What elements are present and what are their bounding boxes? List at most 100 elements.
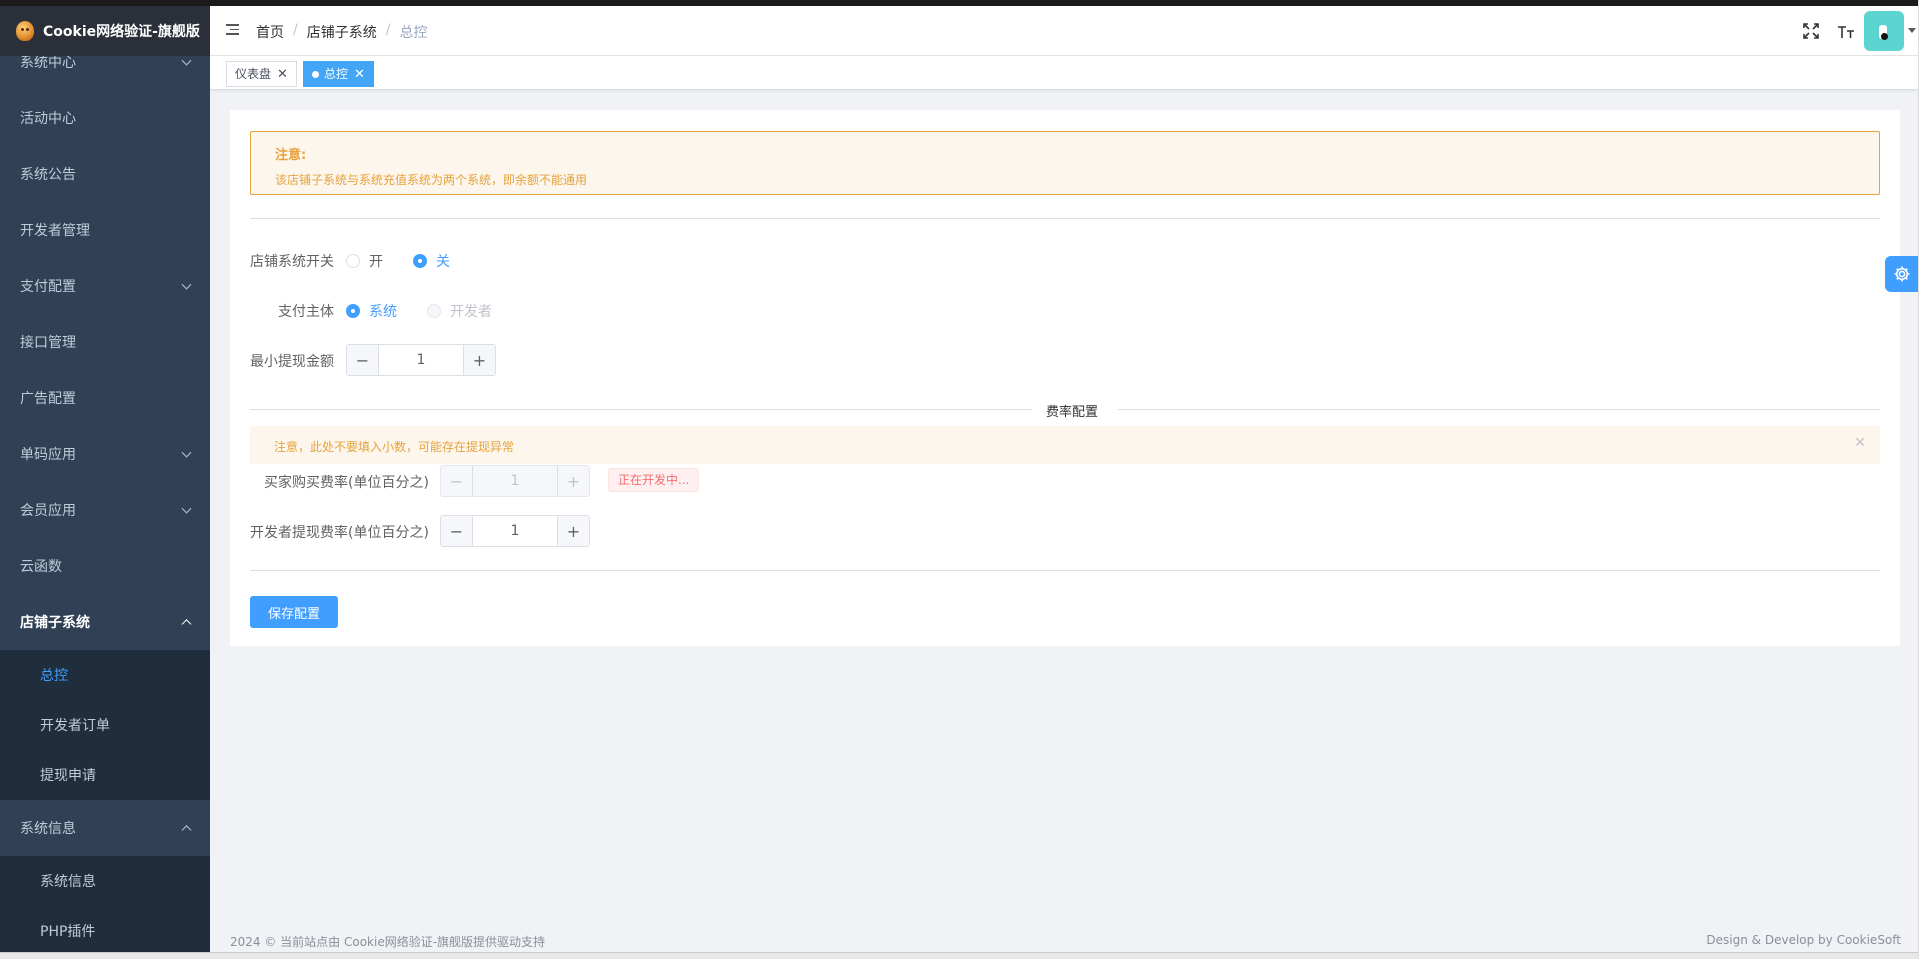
rate-warning-text: 注意，此处不要填入小数，可能存在提现异常 xyxy=(274,440,515,454)
app-title: Cookie网络验证-旗舰版 xyxy=(43,24,200,40)
sidebar-item-label: 开发者管理 xyxy=(20,223,90,239)
footer-credit: Design & Develop by CookieSoft xyxy=(1706,933,1901,947)
gear-icon xyxy=(1894,266,1910,282)
divider-line xyxy=(1118,409,1880,410)
radio-circle xyxy=(346,304,360,318)
font-size-icon[interactable] xyxy=(1837,22,1855,40)
sidebar-subitem-withdraw[interactable]: 提现申请 xyxy=(0,750,210,800)
sidebar-item-shop[interactable]: 店铺子系统 xyxy=(0,594,210,650)
collapse-sidebar-icon[interactable] xyxy=(226,24,239,36)
sidebar-subitem-label: 提现申请 xyxy=(40,768,96,784)
chevron-down-icon xyxy=(181,447,192,458)
breadcrumb-home[interactable]: 首页 xyxy=(256,22,284,42)
pay-subject-system-radio[interactable]: 系统 xyxy=(346,301,397,321)
caret-down-icon[interactable] xyxy=(1908,28,1916,33)
tab-dashboard[interactable]: 仪表盘 ✕ xyxy=(226,61,297,87)
tab-label: 仪表盘 xyxy=(235,67,272,81)
sidebar-subitem-dev-orders[interactable]: 开发者订单 xyxy=(0,700,210,750)
increment-button[interactable]: + xyxy=(463,345,495,375)
top-navbar: 首页 / 店铺子系统 / 总控 xyxy=(210,6,1918,56)
min-withdraw-input[interactable]: 1 xyxy=(379,345,463,375)
fullscreen-icon[interactable] xyxy=(1802,22,1820,40)
close-icon[interactable]: ✕ xyxy=(1854,435,1866,451)
notice-alert: 注意: 该店铺子系统与系统充值系统为两个系统，即余额不能通用 xyxy=(250,131,1880,195)
increment-button[interactable]: + xyxy=(557,466,589,496)
window-bottom-strip xyxy=(0,952,1918,959)
notice-title: 注意: xyxy=(275,148,307,163)
brand[interactable]: Cookie网络验证-旗舰版 xyxy=(0,6,210,56)
sidebar-item-label: 会员应用 xyxy=(20,503,76,519)
sidebar-item-developers[interactable]: 开发者管理 xyxy=(0,202,210,258)
sidebar-subitem-php-plugin[interactable]: PHP插件 xyxy=(0,906,210,952)
sidebar-item-label: 广告配置 xyxy=(20,391,76,407)
chevron-up-icon xyxy=(181,619,192,630)
shop-switch-on-radio[interactable]: 开 xyxy=(346,251,383,271)
dev-rate-stepper: − 1 + xyxy=(440,515,590,547)
side-panel-edge xyxy=(1918,0,1928,959)
buyer-rate-stepper: − 1 + xyxy=(440,465,590,497)
close-icon[interactable]: ✕ xyxy=(354,68,365,81)
shop-switch-off-radio[interactable]: 关 xyxy=(413,251,450,271)
chevron-up-icon xyxy=(181,825,192,836)
radio-circle xyxy=(413,254,427,268)
close-icon[interactable]: ✕ xyxy=(277,68,288,81)
breadcrumb: 首页 / 店铺子系统 / 总控 xyxy=(256,22,427,42)
decrement-button[interactable]: − xyxy=(347,345,379,375)
sidebar-item-label: 接口管理 xyxy=(20,335,76,351)
radio-label: 开发者 xyxy=(450,304,492,320)
chevron-down-icon xyxy=(181,503,192,514)
sidebar-subitem-control[interactable]: 总控 xyxy=(0,650,210,700)
min-withdraw-label: 最小提现金额 xyxy=(250,354,334,370)
decrement-button[interactable]: − xyxy=(441,466,473,496)
active-dot-icon xyxy=(312,70,319,78)
footer-copyright: 2024 © 当前站点由 Cookie网络验证-旗舰版提供驱动支持 xyxy=(230,935,546,949)
sidebar-item-member[interactable]: 会员应用 xyxy=(0,482,210,538)
radio-circle xyxy=(346,254,360,268)
sidebar-item-single-code[interactable]: 单码应用 xyxy=(0,426,210,482)
avatar[interactable] xyxy=(1864,11,1904,51)
pay-subject-developer-radio[interactable]: 开发者 xyxy=(427,301,492,321)
sidebar-item-ads[interactable]: 广告配置 xyxy=(0,370,210,426)
shop-switch-label: 店铺系统开关 xyxy=(250,254,334,270)
sidebar-menu: 系统中心 活动中心 系统公告 开发者管理 支付配置 接口管理 广告配置 单码应用… xyxy=(0,34,210,952)
sidebar-item-system-info[interactable]: 系统信息 xyxy=(0,800,210,856)
dev-rate-label: 开发者提现费率(单位百分之) xyxy=(250,525,429,541)
breadcrumb-current: 总控 xyxy=(399,25,428,41)
breadcrumb-shop[interactable]: 店铺子系统 xyxy=(307,22,377,42)
shop-submenu: 总控 开发者订单 提现申请 xyxy=(0,650,210,800)
sidebar-item-label: 云函数 xyxy=(20,559,62,575)
dev-rate-input[interactable]: 1 xyxy=(473,516,557,546)
save-config-button[interactable]: 保存配置 xyxy=(250,596,338,628)
tab-label: 总控 xyxy=(324,67,349,81)
sidebar-item-label: 活动中心 xyxy=(20,111,76,127)
radio-label: 系统 xyxy=(369,304,397,320)
sidebar-item-activity[interactable]: 活动中心 xyxy=(0,90,210,146)
sidebar-item-payment[interactable]: 支付配置 xyxy=(0,258,210,314)
increment-button[interactable]: + xyxy=(557,516,589,546)
radio-circle xyxy=(427,304,441,318)
tab-control[interactable]: 总控 ✕ xyxy=(303,61,374,87)
sidebar-item-cloud-function[interactable]: 云函数 xyxy=(0,538,210,594)
rate-config-divider: 费率配置 xyxy=(250,399,1880,420)
divider xyxy=(250,570,1880,571)
min-withdraw-stepper: − 1 + xyxy=(346,344,496,376)
radio-label: 开 xyxy=(369,254,383,270)
notice-desc: 该店铺子系统与系统充值系统为两个系统，即余额不能通用 xyxy=(275,173,588,187)
settings-button[interactable] xyxy=(1885,256,1919,292)
sidebar-item-announcement[interactable]: 系统公告 xyxy=(0,146,210,202)
sidebar-item-api[interactable]: 接口管理 xyxy=(0,314,210,370)
sidebar-subitem-label: 开发者订单 xyxy=(40,718,110,734)
chevron-down-icon xyxy=(181,55,192,66)
buyer-rate-label: 买家购买费率(单位百分之) xyxy=(264,475,429,491)
tags-view: 仪表盘 ✕ 总控 ✕ xyxy=(210,56,1918,90)
breadcrumb-separator: / xyxy=(385,22,391,38)
buyer-rate-input[interactable]: 1 xyxy=(473,466,557,496)
sidebar-subitem-system-info[interactable]: 系统信息 xyxy=(0,856,210,906)
sidebar-subitem-label: 系统信息 xyxy=(40,874,96,890)
cookie-logo-icon xyxy=(16,21,34,41)
sidebar-subitem-label: 总控 xyxy=(40,668,68,684)
decrement-button[interactable]: − xyxy=(441,516,473,546)
breadcrumb-separator: / xyxy=(293,22,298,38)
divider xyxy=(250,218,1880,219)
chevron-down-icon xyxy=(181,279,192,290)
